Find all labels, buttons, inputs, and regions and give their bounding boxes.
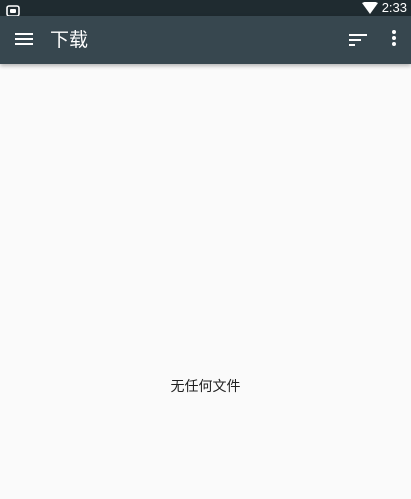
app-bar: 下载 [0, 16, 411, 64]
empty-state-message: 无任何文件 [170, 379, 241, 395]
notification-app-icon [6, 2, 20, 17]
status-bar: 2:33 [0, 0, 411, 18]
sort-button[interactable] [340, 22, 376, 58]
menu-button[interactable] [6, 22, 42, 58]
wifi-icon [361, 0, 378, 18]
page-title: 下载 [50, 29, 89, 51]
status-time: 2:33 [381, 0, 407, 15]
more-options-button[interactable] [377, 22, 411, 58]
sort-icon [349, 31, 367, 50]
status-indicators: 2:33 [361, 0, 407, 18]
hamburger-menu-icon [15, 31, 33, 50]
more-vert-icon [392, 30, 396, 50]
file-list-area: 无任何文件 [0, 64, 411, 499]
